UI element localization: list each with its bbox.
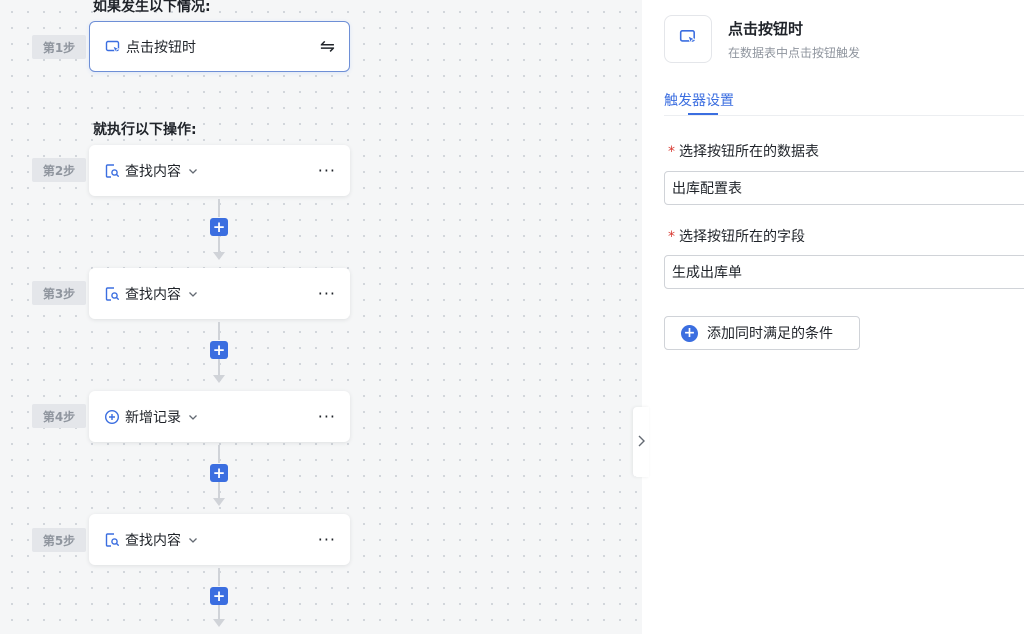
plus-circle-icon: + [681,324,698,342]
action-card-label: 查找内容 [125,532,181,549]
add-condition-label: 添加同时满足的条件 [707,326,833,342]
field-field-label: * 选择按钮所在的字段 [668,226,805,246]
required-mark: * [668,229,675,245]
table-field-label: * 选择按钮所在的数据表 [668,141,819,161]
trigger-config-panel: 点击按钮时 在数据表中点击按钮触发 触发器设置 * 选择按钮所在的数据表 出库配置… [642,0,1024,634]
tab-trigger-settings[interactable]: 触发器设置 [664,90,734,110]
action-heading: 就执行以下操作: [93,122,197,138]
connector-line [218,236,220,252]
swap-icon[interactable]: ⇋ [320,36,335,57]
action-card-label: 查找内容 [125,286,181,303]
connector-line [218,322,220,340]
arrow-down-icon [213,498,225,506]
find-record-icon [103,285,121,303]
add-condition-button[interactable]: + 添加同时满足的条件 [664,316,860,350]
connector-line [218,482,220,498]
chevron-down-icon[interactable] [187,534,199,546]
chevron-down-icon[interactable] [187,165,199,177]
step-label-4: 第4步 [32,404,86,428]
action-card-3[interactable]: 查找内容 ··· [89,268,350,319]
cursor-click-icon [104,38,122,56]
connector-line [218,605,220,619]
required-mark: * [668,144,675,160]
more-icon[interactable]: ··· [318,531,336,548]
step-label-3: 第3步 [32,281,86,305]
panel-title: 点击按钮时 [728,20,804,38]
workflow-canvas[interactable]: 如果发生以下情况: 第1步 点击按钮时 ⇋ 就执行以下操作: 第2步 查找内容 … [0,0,642,634]
more-icon[interactable]: ··· [318,285,336,302]
trigger-card-label: 点击按钮时 [126,39,196,56]
step-label-5: 第5步 [32,528,86,552]
field-select[interactable]: 生成出库单 [664,255,1024,289]
trigger-card[interactable]: 点击按钮时 ⇋ [89,21,350,72]
more-icon[interactable]: ··· [318,162,336,179]
connector-line [218,568,220,586]
action-card-4[interactable]: 新增记录 ··· [89,391,350,442]
action-card-label: 新增记录 [125,409,181,426]
table-field-label-text: 选择按钮所在的数据表 [679,144,819,160]
cursor-click-icon [679,28,697,50]
field-field-label-text: 选择按钮所在的字段 [679,229,805,245]
add-circle-icon [103,408,121,426]
chevron-right-icon [636,433,646,452]
arrow-down-icon [213,619,225,627]
add-step-button[interactable]: + [210,464,228,482]
connector-line [218,445,220,463]
tab-divider [664,115,1024,116]
action-card-2[interactable]: 查找内容 ··· [89,145,350,196]
add-step-button[interactable]: + [210,587,228,605]
connector-line [218,359,220,375]
action-card-5[interactable]: 查找内容 ··· [89,514,350,565]
arrow-down-icon [213,375,225,383]
trigger-type-icon-box [664,15,712,63]
find-record-icon [103,162,121,180]
find-record-icon [103,531,121,549]
add-step-button[interactable]: + [210,218,228,236]
add-step-button[interactable]: + [210,341,228,359]
table-select[interactable]: 出库配置表 [664,171,1024,205]
chevron-down-icon[interactable] [187,288,199,300]
chevron-down-icon[interactable] [187,411,199,423]
step-label-1: 第1步 [32,35,86,59]
more-icon[interactable]: ··· [318,408,336,425]
panel-subtitle: 在数据表中点击按钮触发 [728,46,861,60]
arrow-down-icon [213,252,225,260]
connector-line [218,199,220,217]
action-card-label: 查找内容 [125,163,181,180]
trigger-heading: 如果发生以下情况: [93,0,211,15]
step-label-2: 第2步 [32,158,86,182]
collapse-panel-button[interactable] [633,407,649,477]
